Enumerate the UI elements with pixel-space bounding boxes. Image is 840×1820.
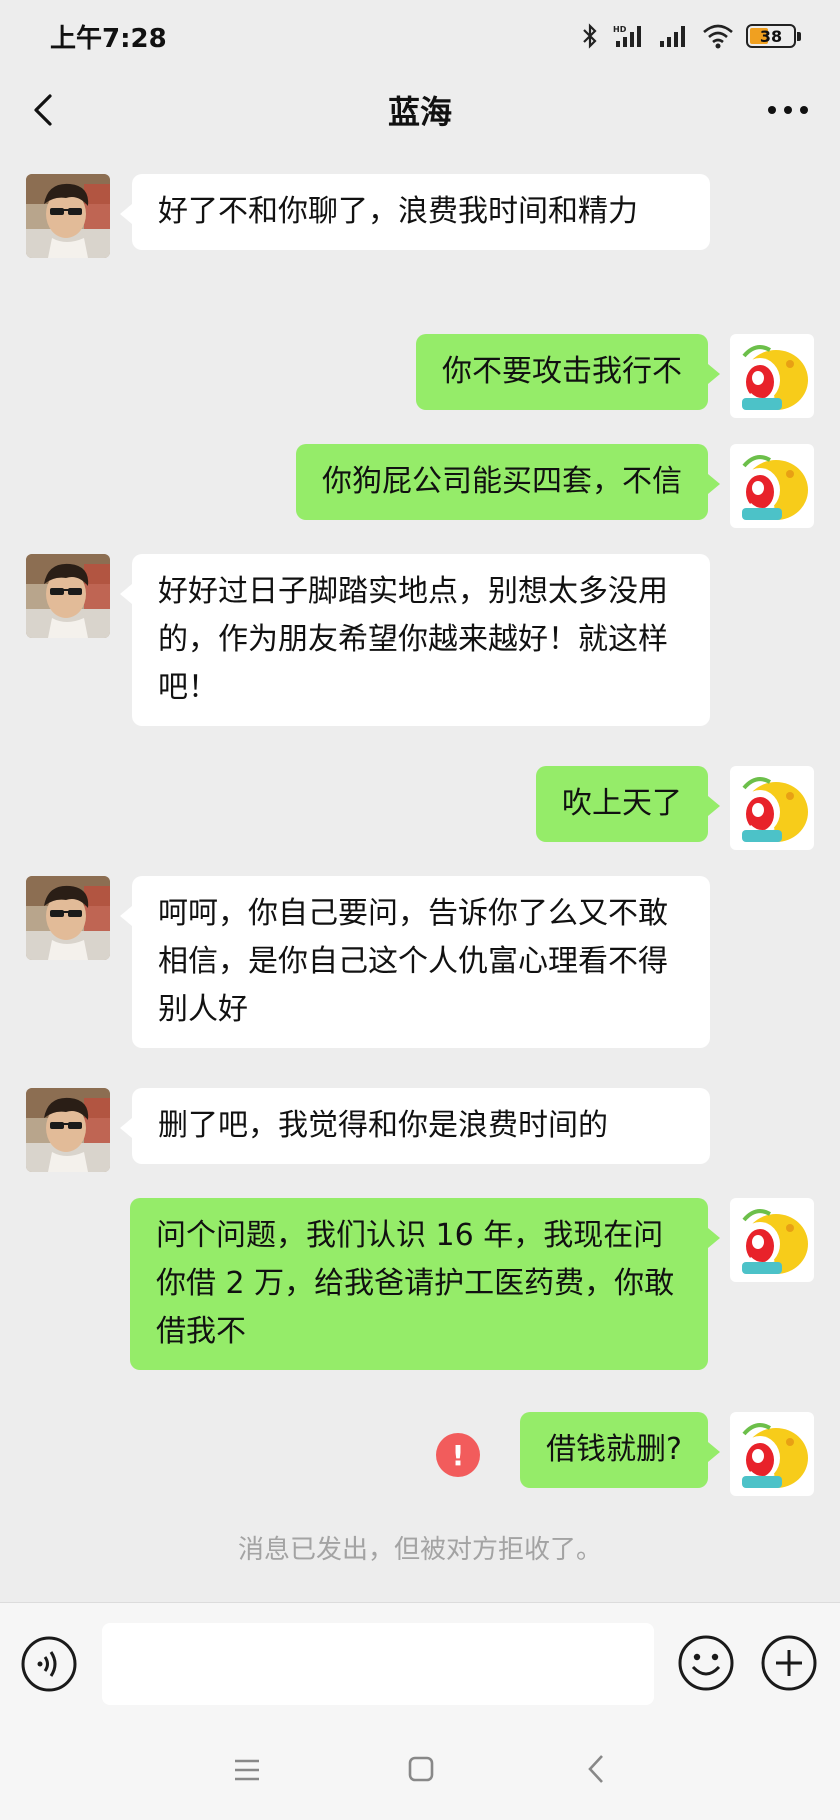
user-avatar[interactable] xyxy=(730,334,814,418)
user-avatar[interactable] xyxy=(730,1198,814,1282)
status-time: 上午7:28 xyxy=(50,23,167,54)
message-bubble-incoming[interactable]: 好了不和你聊了，浪费我时间和精力 xyxy=(120,174,710,250)
chat-title: 蓝海 xyxy=(387,93,452,131)
contact-avatar[interactable] xyxy=(26,174,110,258)
home-icon[interactable] xyxy=(406,1754,436,1784)
status-icons: HD 38 xyxy=(582,23,801,49)
contact-avatar[interactable] xyxy=(26,1088,110,1172)
back-icon[interactable] xyxy=(584,1752,608,1786)
message-bubble-incoming[interactable]: 好好过日子脚踏实地点，别想太多没用的，作为朋友希望你越来越好！就这样吧！ xyxy=(120,554,710,726)
contact-avatar[interactable] xyxy=(26,876,110,960)
input-bar xyxy=(0,1602,840,1720)
message-bubble-incoming[interactable]: 呵呵，你自己要问，告诉你了么又不敢相信，是你自己这个人仇富心理看不得别人好 xyxy=(120,876,710,1048)
message-bubble-outgoing[interactable]: 借钱就删? xyxy=(520,1412,720,1488)
menu-icon[interactable] xyxy=(232,1756,262,1784)
message-bubble-outgoing[interactable]: 你不要攻击我行不 xyxy=(416,334,720,410)
signal-hd-icon: HD xyxy=(610,23,646,49)
bluetooth-icon xyxy=(582,23,598,49)
message-bubble-incoming[interactable]: 删了吧，我觉得和你是浪费时间的 xyxy=(120,1088,710,1164)
status-bar: 上午7:28 HD 38 xyxy=(0,0,840,72)
system-note: 消息已发出，但被对方拒收了。 xyxy=(237,1535,602,1565)
battery-icon: 38 xyxy=(746,24,801,48)
contact-avatar[interactable] xyxy=(26,554,110,638)
plus-icon[interactable] xyxy=(759,1633,819,1693)
chevron-left-icon[interactable] xyxy=(26,90,66,130)
voice-icon[interactable] xyxy=(20,1635,78,1693)
hd-label: HD xyxy=(613,25,627,34)
message-bubble-outgoing[interactable]: 你狗屁公司能买四套，不信 xyxy=(296,444,720,520)
signal-icon xyxy=(658,23,690,49)
send-failed-icon[interactable]: ! xyxy=(436,1433,480,1477)
message-input[interactable] xyxy=(102,1623,654,1705)
chat-header: 蓝海 xyxy=(0,72,840,148)
more-dots-icon[interactable] xyxy=(766,96,810,124)
wifi-icon xyxy=(702,23,734,49)
emoji-icon[interactable] xyxy=(676,1633,736,1693)
user-avatar[interactable] xyxy=(730,1412,814,1496)
battery-level: 38 xyxy=(759,26,783,46)
message-bubble-outgoing[interactable]: 问个问题，我们认识 16 年，我现在问你借 2 万，给我爸请护工医药费，你敢借我… xyxy=(130,1198,720,1370)
system-nav-bar xyxy=(0,1720,840,1820)
message-bubble-outgoing[interactable]: 吹上天了 xyxy=(536,766,720,842)
user-avatar[interactable] xyxy=(730,444,814,528)
user-avatar[interactable] xyxy=(730,766,814,850)
